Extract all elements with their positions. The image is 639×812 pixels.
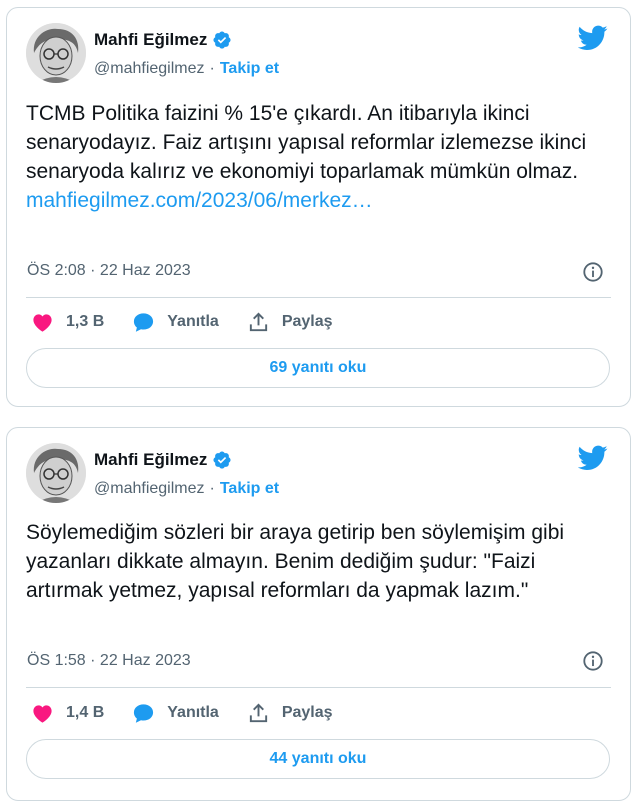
share-button[interactable]: Paylaş [247,702,333,725]
twitter-bird-icon[interactable] [578,25,608,51]
tweet-card[interactable]: Mahfi Eğilmez @mahfiegilmez · Takip et T… [6,7,631,407]
action-bar: 1,3 B Yanıtla Paylaş [31,309,361,335]
reply-label: Yanıtla [167,313,219,330]
author-name[interactable]: Mahfi Eğilmez [94,30,207,50]
share-label: Paylaş [281,313,333,330]
info-icon[interactable] [582,261,604,283]
separator: · [209,60,215,77]
share-icon [249,312,267,331]
read-replies-button[interactable]: 69 yanıtı oku [26,348,610,388]
separator: · [209,480,215,497]
info-icon[interactable] [582,650,604,672]
share-button[interactable]: Paylaş [247,311,333,334]
divider [26,687,611,688]
like-button[interactable]: 1,3 B [31,311,104,334]
read-replies-button[interactable]: 44 yanıtı oku [26,739,610,779]
follow-button[interactable]: Takip et [220,60,279,78]
author-handle[interactable]: @mahfiegilmez [94,60,205,78]
divider [26,297,611,298]
share-label: Paylaş [281,704,333,721]
follow-button[interactable]: Takip et [220,480,279,498]
verified-badge-icon [213,31,231,49]
timestamp[interactable]: ÖS 2:08 · 22 Haz 2023 [27,262,191,280]
tweet-link[interactable]: mahfiegilmez.com/2023/06/merkez… [26,189,373,212]
tweet-body: Söylemediğim sözleri bir araya getirip b… [26,521,565,602]
reply-label: Yanıtla [167,704,219,721]
author-handle[interactable]: @mahfiegilmez [94,480,205,498]
speech-bubble-icon [134,312,154,332]
tweet-card[interactable]: Mahfi Eğilmez @mahfiegilmez · Takip et S… [6,427,631,801]
verified-badge-icon [213,451,231,469]
reply-button[interactable]: Yanıtla [132,702,219,725]
like-count: 1,3 B [66,313,105,330]
avatar[interactable] [26,443,86,503]
twitter-bird-icon[interactable] [578,445,608,471]
share-icon [249,703,267,722]
speech-bubble-icon [134,703,154,723]
reply-button[interactable]: Yanıtla [132,311,219,334]
avatar[interactable] [26,23,86,83]
like-count: 1,4 B [66,704,105,721]
heart-icon [33,313,52,332]
author-name[interactable]: Mahfi Eğilmez [94,450,207,470]
heart-icon [33,704,52,723]
timestamp[interactable]: ÖS 1:58 · 22 Haz 2023 [27,652,191,670]
action-bar: 1,4 B Yanıtla Paylaş [31,700,361,726]
tweet-body: TCMB Politika faizini % 15'e çıkardı. An… [26,102,587,183]
tweet-text: TCMB Politika faizini % 15'e çıkardı. An… [26,99,600,215]
tweet-text: Söylemediğim sözleri bir araya getirip b… [26,518,600,605]
like-button[interactable]: 1,4 B [31,702,104,725]
